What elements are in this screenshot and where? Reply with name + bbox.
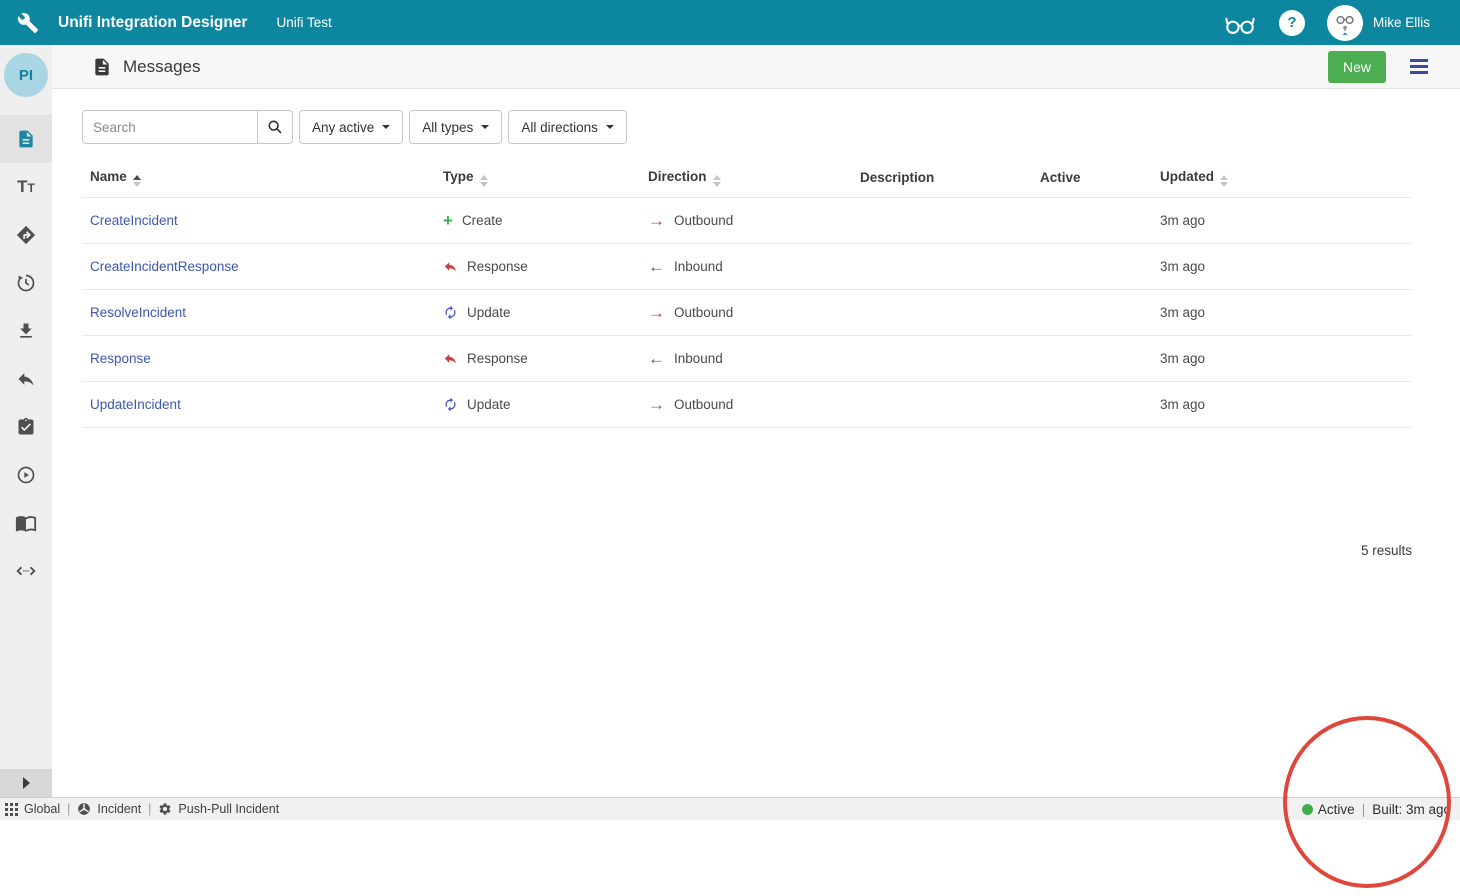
topbar: Unifi Integration Designer Unifi Test ? [0,0,1460,45]
play-circle-icon [16,465,36,485]
new-button[interactable]: New [1327,50,1386,83]
avatar [1326,4,1363,41]
messages-table: Name Type Direction Description Active U… [82,158,1412,428]
menu-icon[interactable] [1410,56,1428,77]
status-bar: Global | Incident | Push-Pull Incident A… [0,797,1460,820]
sort-icon [712,174,721,187]
outbound-arrow-icon: → [648,210,665,230]
update-refresh-icon [443,305,458,320]
active-filter-dropdown[interactable]: Any active [299,110,404,144]
chevron-right-icon [22,777,30,789]
download-icon [16,321,36,341]
sidebar-item-fields[interactable]: TT [0,163,52,211]
breadcrumb-global[interactable]: Global [5,802,60,816]
table-row: CreateIncidentResponse Response ← Inboun… [82,244,1412,290]
column-header-updated[interactable]: Updated [1160,169,1412,187]
text-fields-icon: TT [17,177,35,196]
update-refresh-icon [443,397,458,412]
document-icon [16,129,36,149]
separator: | [67,802,71,816]
built-label: Built: 3m ago [1372,801,1451,817]
diamond-arrow-icon [15,224,37,246]
inbound-arrow-icon: ← [648,256,665,276]
table-row: UpdateIncident Update → Outbound 3m ago [82,382,1412,428]
book-icon [15,512,37,534]
column-header-type[interactable]: Type [443,169,648,187]
sort-asc-icon [132,174,141,187]
types-filter-dropdown[interactable]: All types [409,110,503,144]
help-icon[interactable]: ? [1278,9,1305,36]
sidebar-item-run[interactable] [0,451,52,499]
column-header-direction[interactable]: Direction [648,169,860,187]
search-button[interactable] [257,110,293,144]
column-header-active: Active [1040,170,1081,185]
inbound-arrow-icon: ← [648,348,665,368]
active-status-dot-icon [1301,803,1313,815]
clipboard-check-icon [16,417,36,437]
chevron-down-icon [481,125,490,129]
integration-avatar[interactable]: PI [4,53,48,97]
page-title: Messages [123,56,201,76]
sidebar-item-deliveries[interactable] [0,211,52,259]
message-link[interactable]: ResolveIncident [90,305,186,320]
message-link[interactable]: Response [90,351,151,366]
reply-icon [16,369,36,389]
directions-filter-dropdown[interactable]: All directions [508,110,627,144]
chevron-down-icon [382,125,391,129]
sidebar: PI TT [0,45,52,797]
separator: | [148,802,152,816]
table-row: Response Response ← Inbound 3m ago [82,336,1412,382]
breadcrumb-integration[interactable]: Incident [77,802,141,816]
search-icon [267,119,283,135]
message-link[interactable]: CreateIncident [90,213,178,228]
filter-bar: Any active All types All directions [82,110,627,144]
response-reply-icon [443,351,458,366]
column-header-description: Description [860,170,935,185]
message-link[interactable]: CreateIncidentResponse [90,259,239,274]
chevron-down-icon [605,125,614,129]
table-row: CreateIncident + Create → Outbound 3m ag… [82,198,1412,244]
sidebar-item-messages[interactable] [0,115,52,163]
breadcrumb-process[interactable]: Push-Pull Incident [158,802,279,816]
build-status: Active | Built: 3m ago [1301,801,1455,817]
sidebar-item-history[interactable] [0,259,52,307]
grid-icon [5,802,18,816]
outbound-arrow-icon: → [648,302,665,322]
sidebar-collapse-button[interactable] [0,769,52,797]
status-label: Active [1317,801,1355,817]
results-count: 5 results [1360,543,1412,558]
column-header-name[interactable]: Name [82,169,443,187]
sidebar-item-tasks[interactable] [0,403,52,451]
separator: | [1361,801,1366,817]
workspace-name[interactable]: Unifi Test [276,15,331,30]
outbound-arrow-icon: → [648,394,665,414]
user-name: Mike Ellis [1372,15,1430,30]
table-row: ResolveIncident Update → Outbound 3m ago [82,290,1412,336]
user-menu[interactable]: Mike Ellis [1326,4,1430,41]
sort-icon [479,174,488,187]
table-header-row: Name Type Direction Description Active U… [82,158,1412,198]
sidebar-nav: TT [0,115,52,595]
gear-icon [158,802,172,816]
glasses-icon[interactable] [1223,10,1257,36]
sidebar-item-responses[interactable] [0,355,52,403]
response-reply-icon [443,259,458,274]
incident-icon [77,802,91,816]
sidebar-item-import[interactable] [0,307,52,355]
app-title: Unifi Integration Designer [58,13,248,31]
wrench-icon [17,12,39,34]
message-link[interactable]: UpdateIncident [90,397,181,412]
history-clock-icon [16,273,36,293]
search-input[interactable] [82,110,257,144]
page-header: Messages New [52,45,1460,89]
code-icon [15,560,37,582]
sort-icon [1220,174,1228,187]
sidebar-item-documentation[interactable] [0,499,52,547]
sidebar-item-scripts[interactable] [0,547,52,595]
create-plus-icon: + [443,210,453,230]
messages-icon [92,57,112,77]
